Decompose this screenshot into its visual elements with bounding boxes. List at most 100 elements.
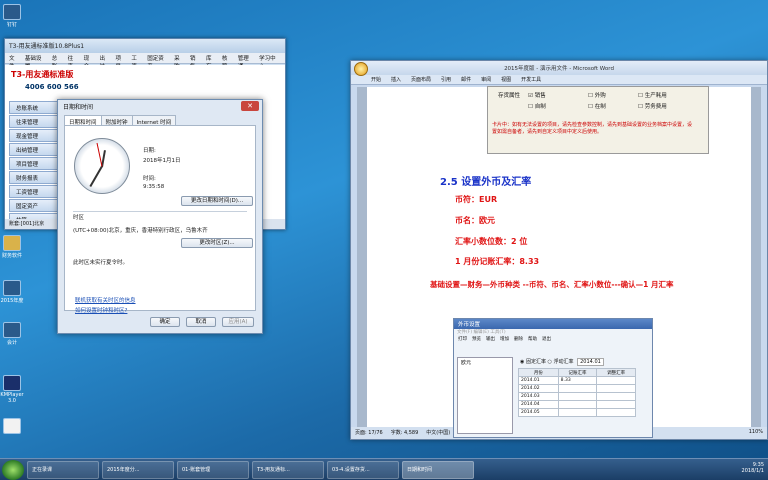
table-row[interactable]: 2014.02 bbox=[518, 384, 636, 393]
doc-instruction: 基础设置—财务—外币种类 --币符、币名、汇率小数位---确认—1 月汇率 bbox=[430, 280, 674, 289]
taskbar-item[interactable]: 01-账套管理 bbox=[177, 460, 249, 479]
menu-item[interactable]: 采购 bbox=[174, 54, 185, 70]
table-row[interactable]: 2014.03 bbox=[518, 392, 636, 401]
table-row[interactable]: 2014.05 bbox=[518, 408, 636, 417]
system-tray-clock[interactable]: 9:35 2018/1/1 bbox=[742, 462, 764, 474]
media-icon bbox=[3, 375, 21, 391]
desktop-icon-dingtalk[interactable]: 钉钉 bbox=[0, 4, 24, 28]
add-icon[interactable]: 增加 bbox=[499, 336, 510, 348]
time-value: 9:35:58 bbox=[143, 184, 165, 190]
ribbon-tab[interactable]: 插入 bbox=[391, 76, 401, 83]
dialog-panel: 日期: 2018年1月1日 时间: 9:35:58 更改日期和时间(D)... … bbox=[64, 125, 256, 314]
snip-label: 存货属性 bbox=[498, 93, 521, 99]
snip-option: ☑ 销售 bbox=[528, 93, 546, 99]
network-icon bbox=[3, 280, 21, 296]
start-button[interactable] bbox=[2, 459, 24, 480]
currency-list[interactable]: 欧元 bbox=[457, 357, 513, 434]
ribbon-tab[interactable]: 视图 bbox=[501, 76, 511, 83]
rate-table: 月份 记账汇率 调整汇率 2014.01 8.33 2014.02 2014.03… bbox=[518, 368, 636, 417]
taskbar-item[interactable]: 03-4.设置存货... bbox=[327, 460, 399, 479]
desktop-icon-doc[interactable] bbox=[0, 418, 24, 435]
how-to-link[interactable]: 如何设置时钟和时区? bbox=[75, 306, 127, 314]
datetime-dialog: 日期和时间 ✕ 日期和时间 附加时钟 Internet 时间 日期: 2018年… bbox=[57, 99, 263, 334]
separator bbox=[73, 211, 247, 212]
doc-line-name: 币名：欧元 bbox=[455, 216, 495, 225]
desktop-icon-finance[interactable]: 财务软件 bbox=[0, 235, 24, 259]
timezone-label: 时区 bbox=[73, 215, 85, 221]
exit-icon[interactable]: 退出 bbox=[541, 336, 552, 348]
desktop-icon-year[interactable]: 2015年度 bbox=[0, 280, 24, 304]
taskbar-item[interactable]: 日期和时间 bbox=[402, 460, 474, 479]
cancel-button[interactable]: 取消 bbox=[186, 317, 216, 327]
status-words[interactable]: 字数: 4,589 bbox=[391, 429, 419, 437]
office-button-icon[interactable] bbox=[354, 62, 368, 76]
menu-item[interactable]: 往来 bbox=[68, 54, 79, 70]
table-row[interactable]: 2014.01 8.33 bbox=[518, 376, 636, 385]
print-icon[interactable]: 打印 bbox=[457, 336, 468, 348]
dst-text: 此时区未实行夏令时。 bbox=[73, 260, 129, 266]
embedded-currency-dialog: 外币设置 文件(F) 编辑(E) 工具(T) 打印 预览 输出 增加 删除 帮助… bbox=[453, 318, 653, 438]
table-row[interactable]: 2014.04 bbox=[518, 400, 636, 409]
snip-option: ☐ 在制 bbox=[588, 104, 606, 110]
t3-phone: 4006 600 566 bbox=[25, 83, 79, 91]
time-label: 时间: bbox=[143, 176, 156, 182]
status-page[interactable]: 页面: 17/76 bbox=[355, 429, 383, 437]
preview-icon[interactable]: 预览 bbox=[471, 336, 482, 348]
rate-type-radios: ◉ 固定汇率 ○ 浮动汇率 2014.01 bbox=[520, 358, 604, 366]
app-icon bbox=[3, 322, 21, 338]
t3-menubar: 文件 基础设置 总账 往来 现金 出纳 项目 工资 固定资产 采购 销售 库存 … bbox=[5, 53, 285, 70]
period-select[interactable]: 2014.01 bbox=[577, 358, 604, 366]
timezone-info-link[interactable]: 联机获取有关时区的信息 bbox=[75, 296, 136, 304]
menu-item[interactable]: 现金 bbox=[84, 54, 95, 70]
radio-fixed[interactable]: 固定汇率 bbox=[526, 359, 546, 365]
menu-item[interactable]: 销售 bbox=[190, 54, 201, 70]
document-icon bbox=[3, 418, 21, 434]
radio-float[interactable]: 浮动汇率 bbox=[554, 359, 574, 365]
apply-button[interactable]: 应用(A) bbox=[222, 317, 254, 327]
taskbar-item[interactable]: 2015年度分... bbox=[102, 460, 174, 479]
menu-item[interactable]: 出纳 bbox=[100, 54, 111, 70]
ok-button[interactable]: 确定 bbox=[150, 317, 180, 327]
status-lang[interactable]: 中文(中国) bbox=[426, 429, 450, 437]
menu-item[interactable]: 总账 bbox=[52, 54, 63, 70]
menu-item[interactable]: 库存 bbox=[206, 54, 217, 70]
minute-hand bbox=[89, 166, 103, 188]
list-item[interactable]: 欧元 bbox=[461, 360, 471, 366]
ribbon-tab[interactable]: 开始 bbox=[371, 76, 381, 83]
snip-hint: 卡片中：如有无法设置的项目，请先检查参数控制，请先到基础设置的业务档案中设置，设… bbox=[492, 122, 693, 135]
date-label: 日期: bbox=[143, 148, 156, 154]
close-icon[interactable]: ✕ bbox=[241, 101, 259, 111]
ribbon-tab[interactable]: 页面布局 bbox=[411, 76, 431, 83]
ribbon-tab[interactable]: 审阅 bbox=[481, 76, 491, 83]
currency-toolbar: 打印 预览 输出 增加 删除 帮助 退出 bbox=[454, 335, 652, 349]
snip-option: ☐ 劳务费用 bbox=[638, 104, 667, 110]
menu-item[interactable]: 管理通 bbox=[238, 54, 254, 70]
menu-item[interactable]: 基础设置 bbox=[25, 54, 47, 70]
t3-logo: T3-用友通标准版 bbox=[11, 70, 74, 79]
taskbar-item[interactable]: 正在录课 bbox=[27, 460, 99, 479]
desktop-icon-accounting[interactable]: 会计 bbox=[0, 322, 24, 346]
word-title: 2015年度版 - 演示用文件 - Microsoft Word bbox=[351, 61, 767, 75]
menu-item[interactable]: 项目 bbox=[115, 54, 126, 70]
help-icon[interactable]: 帮助 bbox=[527, 336, 538, 348]
zoom-level[interactable]: 110% bbox=[749, 429, 763, 437]
doc-line-decimals: 汇率小数位数：2 位 bbox=[455, 237, 528, 246]
ribbon-tab[interactable]: 邮件 bbox=[461, 76, 471, 83]
change-datetime-button[interactable]: 更改日期和时间(D)... bbox=[181, 196, 253, 206]
export-icon[interactable]: 输出 bbox=[485, 336, 496, 348]
delete-icon[interactable]: 删除 bbox=[513, 336, 524, 348]
date-value: 2018年1月1日 bbox=[143, 158, 181, 164]
menu-item[interactable]: 固定资产 bbox=[147, 54, 169, 70]
ribbon-tab[interactable]: 引用 bbox=[441, 76, 451, 83]
menu-item[interactable]: 核算 bbox=[222, 54, 233, 70]
desktop-icon-kmplayer[interactable]: KMPlayer 3.0 bbox=[0, 375, 24, 404]
word-ribbon: 开始 插入 页面布局 引用 邮件 审阅 视图 开发工具 bbox=[351, 75, 767, 85]
change-timezone-button[interactable]: 更改时区(Z)... bbox=[181, 238, 253, 248]
snip-option: ☐ 外购 bbox=[588, 93, 606, 99]
menu-item[interactable]: 学习中心 bbox=[259, 54, 281, 70]
menu-item[interactable]: 工资 bbox=[131, 54, 142, 70]
taskbar: 正在录课 2015年度分... 01-账套管理 T3-用友通标... 03-4.… bbox=[0, 458, 768, 480]
menu-item[interactable]: 文件 bbox=[9, 54, 20, 70]
taskbar-item[interactable]: T3-用友通标... bbox=[252, 460, 324, 479]
ribbon-tab[interactable]: 开发工具 bbox=[521, 76, 541, 83]
